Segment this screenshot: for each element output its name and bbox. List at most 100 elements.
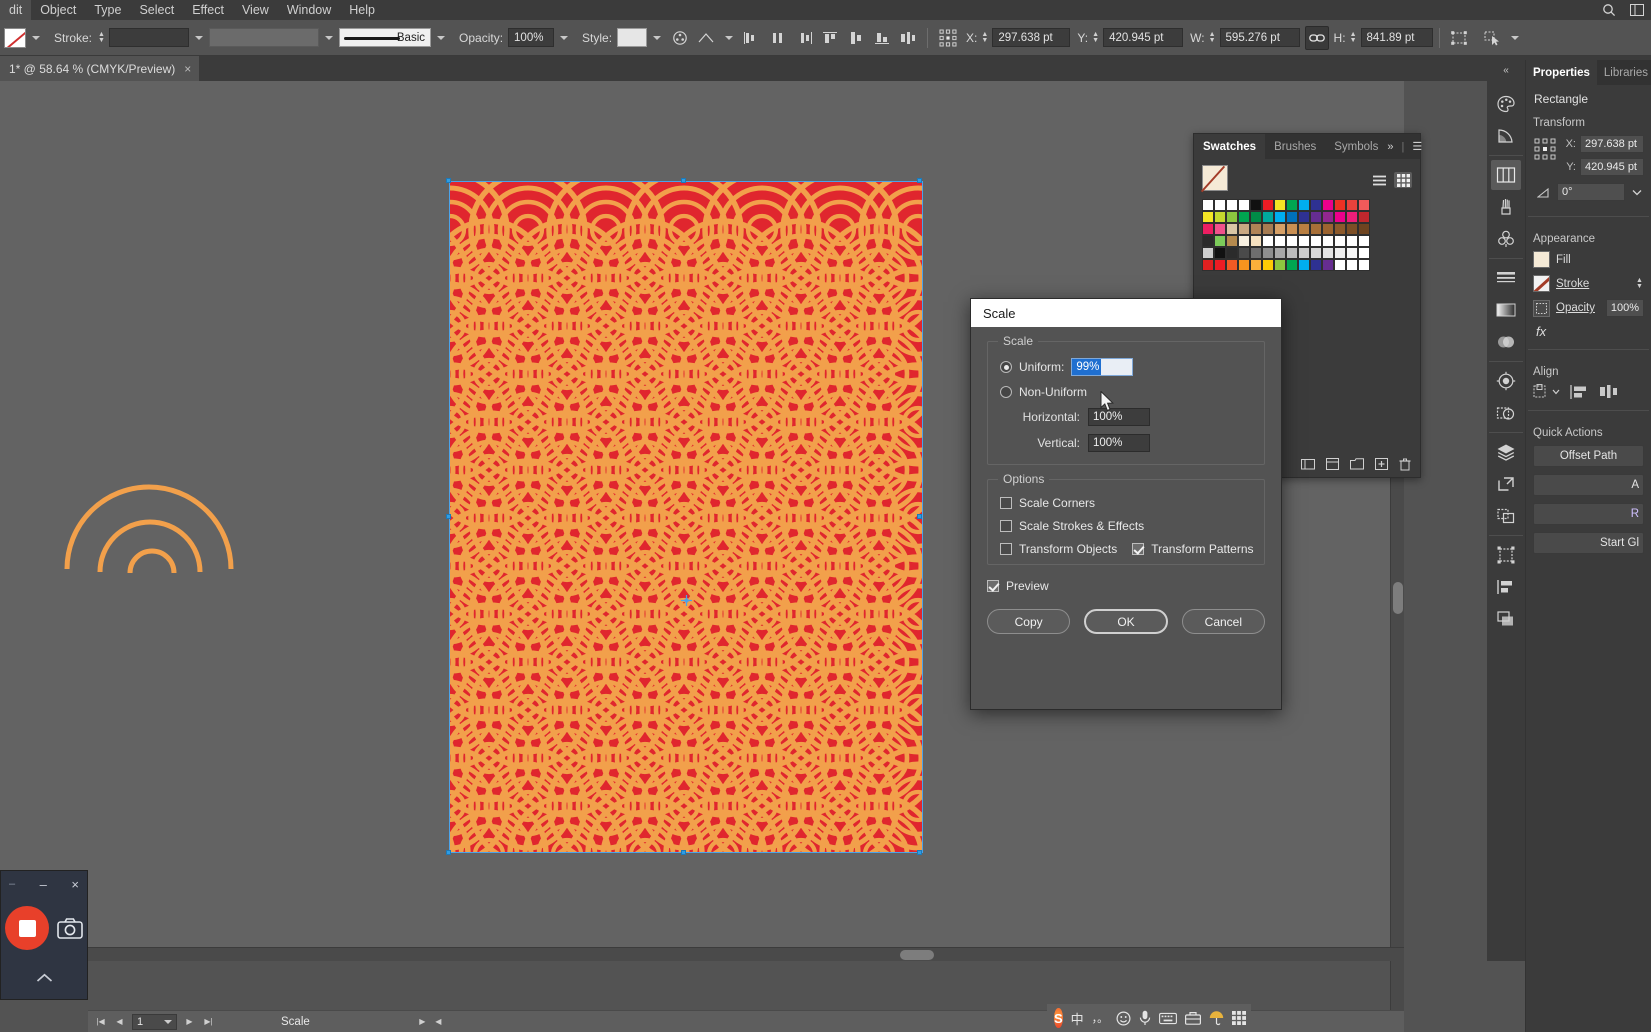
swatch-cell[interactable] (1262, 211, 1274, 223)
first-page-icon[interactable]: |◀ (94, 1014, 107, 1030)
stroke-swatch[interactable] (1533, 275, 1550, 292)
asset-export-panel-icon[interactable] (1491, 604, 1521, 634)
vertical-input[interactable]: 100% (1088, 434, 1150, 452)
opacity-caret-icon[interactable] (560, 35, 569, 40)
swatch-cell[interactable] (1346, 235, 1358, 247)
next-page-icon[interactable]: ▶ (183, 1014, 196, 1030)
swatch-cell[interactable] (1262, 199, 1274, 211)
distribute-icon[interactable] (896, 26, 920, 50)
menu-item-window[interactable]: Window (278, 0, 340, 20)
swatch-cell[interactable] (1262, 259, 1274, 271)
reference-point-icon[interactable] (935, 26, 961, 50)
swatch-cell[interactable] (1238, 223, 1250, 235)
swatches-color-grid[interactable] (1202, 199, 1412, 271)
prev-page-icon[interactable]: ◀ (113, 1014, 126, 1030)
transform-objects-checkbox[interactable] (1000, 543, 1012, 555)
h-stepper[interactable]: ▲ ▼ (1349, 29, 1358, 46)
ime-punctuation-toggle[interactable]: ，。 (1092, 1009, 1109, 1028)
stroke-label[interactable]: Stroke (1556, 278, 1589, 290)
link-constrain-icon[interactable] (1304, 25, 1329, 50)
swatch-cell[interactable] (1358, 259, 1370, 271)
shape-caret-icon[interactable] (725, 35, 734, 40)
swatch-cell[interactable] (1214, 259, 1226, 271)
h-field[interactable]: 841.89 pt (1360, 28, 1433, 47)
swatch-cell[interactable] (1346, 223, 1358, 235)
tab-libraries[interactable]: Libraries (1597, 60, 1651, 85)
microphone-icon[interactable] (1139, 1009, 1151, 1028)
preview-checkbox[interactable] (987, 580, 999, 592)
vertical-scroll-thumb[interactable] (1393, 582, 1403, 614)
swatch-cell[interactable] (1298, 199, 1310, 211)
search-icon[interactable] (1595, 0, 1623, 20)
tab-symbols[interactable]: Symbols (1325, 134, 1387, 159)
document-tab[interactable]: 1* @ 58.64 % (CMYK/Preview) × (0, 56, 201, 81)
align-middle-icon[interactable] (844, 26, 868, 50)
y-field[interactable]: 420.945 pt (1103, 28, 1184, 47)
swatch-cell[interactable] (1358, 247, 1370, 259)
cancel-button[interactable]: Cancel (1181, 609, 1265, 634)
swatch-cell[interactable] (1274, 235, 1286, 247)
menu-item-effect[interactable]: Effect (183, 0, 233, 20)
menu-item-edit[interactable]: dit (0, 0, 32, 20)
stroke-weight-stepper[interactable]: ▲ ▼ (97, 29, 106, 46)
swatch-cell[interactable] (1214, 199, 1226, 211)
swatch-cell[interactable] (1310, 211, 1322, 223)
selection-handle-mr[interactable] (917, 514, 922, 519)
reference-point-icon[interactable] (1533, 135, 1557, 161)
horizontal-scroll-thumb[interactable] (900, 950, 934, 960)
swatch-cell[interactable] (1334, 247, 1346, 259)
align-left-icon[interactable] (740, 26, 764, 50)
swatch-cell[interactable] (1214, 235, 1226, 247)
transform-icon[interactable] (1447, 26, 1471, 50)
align-right-icon[interactable] (792, 26, 816, 50)
fill-swatch[interactable] (1533, 251, 1550, 268)
canvas-horizontal-scrollbar[interactable] (0, 947, 1404, 961)
show-options-icon[interactable] (1326, 458, 1339, 470)
stroke-weight-caret-icon[interactable] (195, 35, 204, 40)
tab-swatches[interactable]: Swatches (1194, 134, 1266, 159)
swatch-cell[interactable] (1298, 235, 1310, 247)
status-menu-caret-icon[interactable]: ▶ (416, 1014, 429, 1030)
apps-grid-icon[interactable] (1232, 1009, 1247, 1028)
swatch-cell[interactable] (1358, 223, 1370, 235)
swatch-cell[interactable] (1274, 247, 1286, 259)
screen-recorder-widget[interactable]: ‒ – × (0, 870, 88, 1000)
pathfinder-panel-icon[interactable] (1491, 501, 1521, 531)
appearance-opacity-row[interactable]: Opacity 100% (1533, 299, 1644, 317)
transform-x-field[interactable]: 297.638 pt (1580, 135, 1644, 153)
swatch-cell[interactable] (1322, 211, 1334, 223)
properties-dock[interactable]: Properties Libraries Rectangle Transform (1525, 60, 1651, 1032)
fx-button[interactable]: fx (1533, 324, 1644, 339)
shape-options-icon[interactable] (694, 26, 718, 50)
opacity-label[interactable]: Opacity (1556, 302, 1595, 314)
menu-item-help[interactable]: Help (340, 0, 384, 20)
swatch-cell[interactable] (1202, 223, 1214, 235)
w-stepper[interactable]: ▲ ▼ (1208, 29, 1217, 46)
center-anchor-icon[interactable] (681, 595, 692, 606)
swatch-cell[interactable] (1322, 247, 1334, 259)
panel-menu-icon[interactable]: ☰ (1412, 140, 1422, 153)
page-caret-icon[interactable] (164, 1019, 172, 1024)
stroke-profile-field[interactable] (209, 28, 320, 47)
swatch-cell[interactable] (1310, 247, 1322, 259)
arc-path-artwork[interactable] (62, 469, 242, 574)
swatch-cell[interactable] (1298, 259, 1310, 271)
horizontal-input[interactable]: 100% (1088, 408, 1150, 426)
align-panel-icon[interactable] (1491, 572, 1521, 602)
artboards-panel-icon[interactable] (1491, 469, 1521, 499)
grid-view-icon[interactable] (1394, 172, 1412, 188)
graphic-styles-panel-icon[interactable] (1491, 398, 1521, 428)
collapse-dock-icon[interactable]: « (1487, 60, 1525, 81)
swatch-cell[interactable] (1262, 223, 1274, 235)
swatch-cell[interactable] (1274, 211, 1286, 223)
swatch-cell[interactable] (1262, 235, 1274, 247)
keyboard-icon[interactable] (1159, 1009, 1178, 1028)
transform-panel-icon[interactable] (1491, 540, 1521, 570)
swatch-cell[interactable] (1346, 259, 1358, 271)
selection-handle-tr[interactable] (917, 178, 922, 183)
stroke-weight-stepper-props[interactable]: ▲ ▼ (1635, 275, 1644, 292)
layout-switcher-icon[interactable] (1623, 0, 1651, 20)
swatch-cell[interactable] (1298, 247, 1310, 259)
x-stepper[interactable]: ▲ ▼ (980, 29, 989, 46)
swatch-cell[interactable] (1238, 199, 1250, 211)
